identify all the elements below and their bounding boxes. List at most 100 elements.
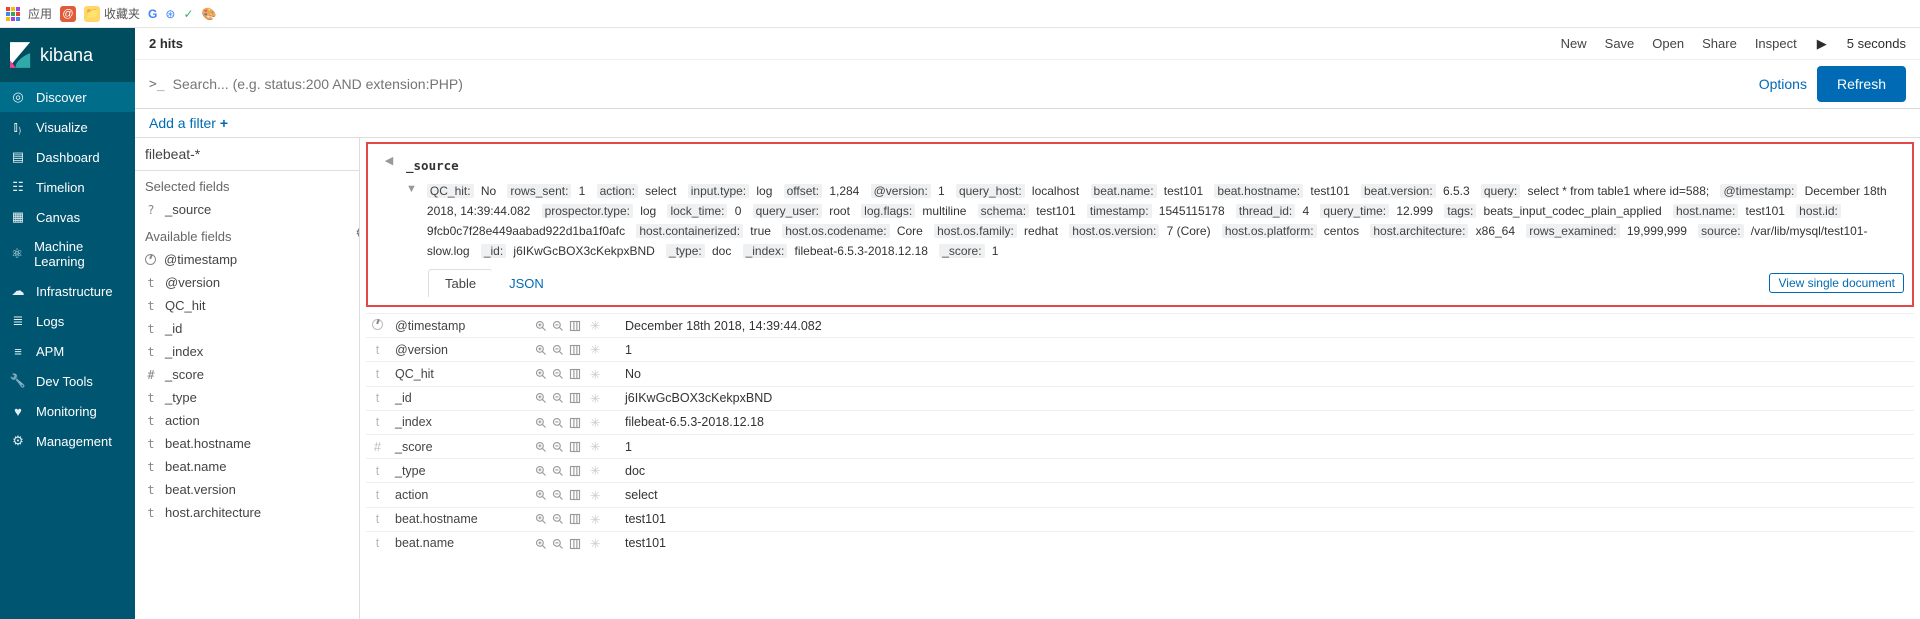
bookmark[interactable]: ✓ <box>183 7 193 21</box>
bookmark[interactable]: 📁收藏夹 <box>84 5 140 22</box>
bookmark[interactable]: 🎨 <box>202 7 217 21</box>
filter-for-icon[interactable] <box>535 538 547 550</box>
nav-management[interactable]: ⚙Management <box>0 426 135 456</box>
nav-infrastructure[interactable]: ☁Infrastructure <box>0 276 135 306</box>
document-table: @timestamp✳December 18th 2018, 14:39:44.… <box>366 313 1914 555</box>
filter-out-icon[interactable] <box>552 441 564 453</box>
filter-for-icon[interactable] <box>535 441 547 453</box>
field-_score[interactable]: #_score <box>135 363 359 386</box>
tab-table[interactable]: Table <box>428 269 492 297</box>
nav-logs[interactable]: ≣Logs <box>0 306 135 336</box>
toggle-column-icon[interactable] <box>569 489 581 501</box>
nav-dev-tools[interactable]: 🔧Dev Tools <box>0 366 135 396</box>
field-type-icon: t <box>366 362 389 386</box>
toggle-column-icon[interactable] <box>569 513 581 525</box>
field-beat-name[interactable]: tbeat.name <box>135 455 359 478</box>
field-value: December 18th 2018, 14:39:44.082 <box>619 314 1914 338</box>
field--version[interactable]: t@version <box>135 271 359 294</box>
refresh-interval[interactable]: 5 seconds <box>1847 36 1906 51</box>
view-single-document-link[interactable]: View single document <box>1769 273 1904 293</box>
field-_id[interactable]: t_id <box>135 317 359 340</box>
filter-for-icon[interactable] <box>535 392 547 404</box>
toggle-column-icon[interactable] <box>569 465 581 477</box>
nav-dashboard[interactable]: ▤Dashboard <box>0 142 135 172</box>
filter-out-icon[interactable] <box>552 417 564 429</box>
kibana-logo[interactable]: kibana <box>0 28 135 82</box>
star-icon[interactable]: ✳ <box>590 367 600 382</box>
nav-machine-learning[interactable]: ⚛Machine Learning <box>0 232 135 276</box>
toggle-column-icon[interactable] <box>569 368 581 380</box>
filter-for-icon[interactable] <box>535 344 547 356</box>
bookmark[interactable]: @ <box>60 6 76 22</box>
filter-for-icon[interactable] <box>535 465 547 477</box>
filter-for-icon[interactable] <box>535 417 547 429</box>
nav-icon: ☷ <box>10 179 26 195</box>
star-icon[interactable]: ✳ <box>590 512 600 527</box>
field-beat-hostname[interactable]: tbeat.hostname <box>135 432 359 455</box>
field-name: _index <box>389 410 529 434</box>
star-icon[interactable]: ✳ <box>590 415 600 430</box>
toggle-column-icon[interactable] <box>569 344 581 356</box>
play-icon[interactable]: ▶ <box>1817 36 1827 52</box>
gear-icon[interactable]: ⚙ <box>355 225 360 241</box>
apps-grid-icon[interactable] <box>6 7 20 21</box>
toggle-column-icon[interactable] <box>569 417 581 429</box>
nav-monitoring[interactable]: ♥Monitoring <box>0 396 135 426</box>
filter-for-icon[interactable] <box>535 489 547 501</box>
field-source[interactable]: ?_source <box>135 198 359 221</box>
star-icon[interactable]: ✳ <box>590 439 600 454</box>
toplink-inspect[interactable]: Inspect <box>1755 36 1797 51</box>
field-beat-version[interactable]: tbeat.version <box>135 478 359 501</box>
nav-timelion[interactable]: ☷Timelion <box>0 172 135 202</box>
filter-out-icon[interactable] <box>552 320 564 332</box>
toplink-open[interactable]: Open <box>1652 36 1684 51</box>
filter-out-icon[interactable] <box>552 538 564 550</box>
toggle-column-icon[interactable] <box>569 441 581 453</box>
field-_index[interactable]: t_index <box>135 340 359 363</box>
star-icon[interactable]: ✳ <box>590 318 600 333</box>
filter-out-icon[interactable] <box>552 489 564 501</box>
bookmark[interactable]: ⊛ <box>165 7 175 21</box>
toggle-column-icon[interactable] <box>569 392 581 404</box>
toggle-column-icon[interactable] <box>569 320 581 332</box>
field-value: select <box>619 483 1914 507</box>
star-icon[interactable]: ✳ <box>590 488 600 503</box>
field--timestamp[interactable]: @timestamp <box>135 248 359 271</box>
toplink-new[interactable]: New <box>1561 36 1587 51</box>
filter-out-icon[interactable] <box>552 368 564 380</box>
filter-out-icon[interactable] <box>552 465 564 477</box>
index-pattern-select[interactable]: filebeat-* <box>135 138 359 171</box>
nav-visualize[interactable]: ⫾₎Visualize <box>0 112 135 142</box>
toplink-save[interactable]: Save <box>1605 36 1635 51</box>
field-host-architecture[interactable]: thost.architecture <box>135 501 359 524</box>
star-icon[interactable]: ✳ <box>590 536 600 551</box>
field-QC_hit[interactable]: tQC_hit <box>135 294 359 317</box>
filter-out-icon[interactable] <box>552 344 564 356</box>
filter-for-icon[interactable] <box>535 513 547 525</box>
star-icon[interactable]: ✳ <box>590 463 600 478</box>
filter-for-icon[interactable] <box>535 320 547 332</box>
filter-for-icon[interactable] <box>535 368 547 380</box>
filter-out-icon[interactable] <box>552 513 564 525</box>
nav-discover[interactable]: ◎Discover <box>0 82 135 112</box>
field-_type[interactable]: t_type <box>135 386 359 409</box>
filter-out-icon[interactable] <box>552 392 564 404</box>
refresh-button[interactable]: Refresh <box>1817 66 1906 102</box>
apps-label[interactable]: 应用 <box>28 5 52 22</box>
star-icon[interactable]: ✳ <box>590 342 600 357</box>
field-action[interactable]: taction <box>135 409 359 432</box>
collapse-icon[interactable]: ◀ <box>382 154 396 167</box>
search-input[interactable] <box>173 76 1749 92</box>
bookmark[interactable]: G <box>148 7 157 21</box>
search-input-wrap[interactable]: >_ <box>149 76 1749 92</box>
toggle-column-icon[interactable] <box>569 538 581 550</box>
add-filter-button[interactable]: Add a filter + <box>149 115 228 131</box>
options-link[interactable]: Options <box>1759 76 1807 92</box>
nav-canvas[interactable]: ▦Canvas <box>0 202 135 232</box>
tab-json[interactable]: JSON <box>492 269 561 297</box>
field-value: 1 <box>619 338 1914 362</box>
toplink-share[interactable]: Share <box>1702 36 1737 51</box>
expand-icon[interactable]: ▼ <box>406 183 417 195</box>
star-icon[interactable]: ✳ <box>590 391 600 406</box>
nav-apm[interactable]: ≡APM <box>0 336 135 366</box>
